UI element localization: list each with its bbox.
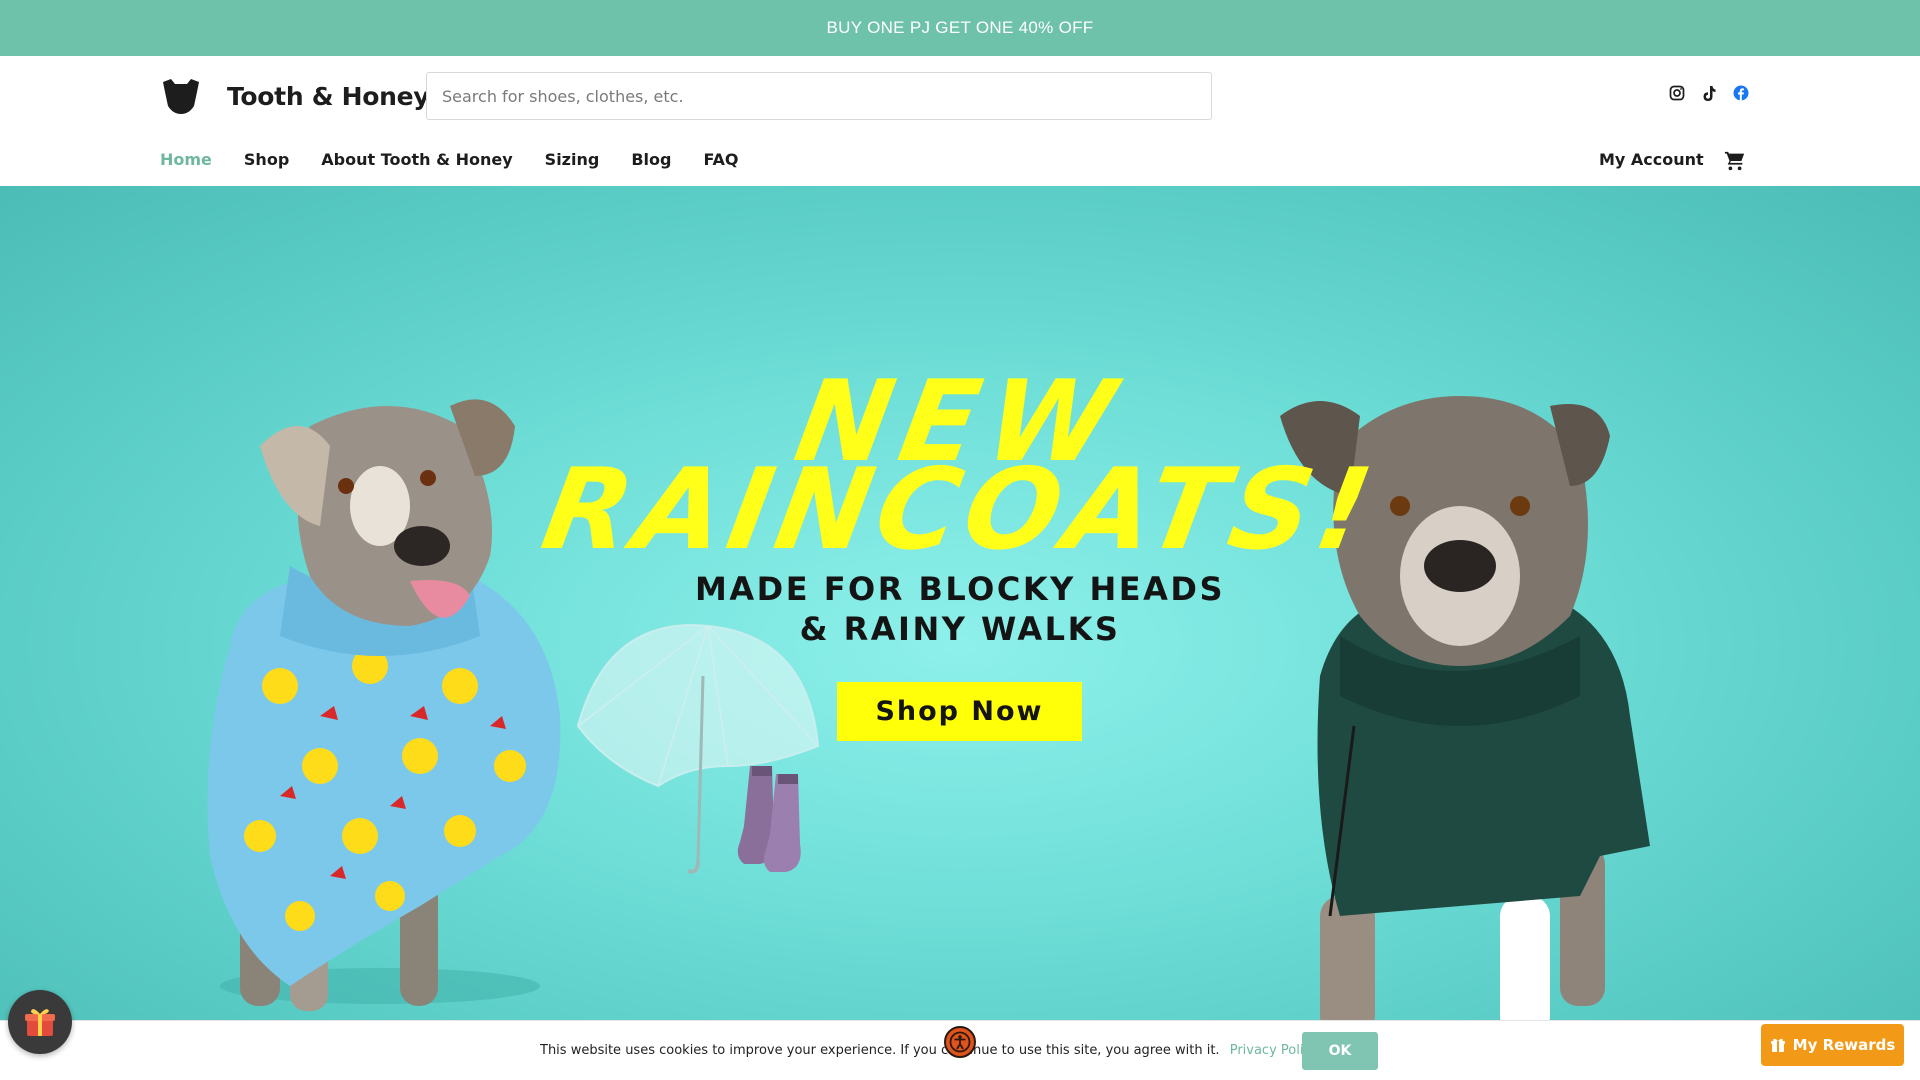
main-nav: Home Shop About Tooth & Honey Sizing Blo… — [160, 150, 771, 169]
rewards-gift-icon — [1770, 1038, 1785, 1052]
instagram-icon[interactable] — [1668, 84, 1686, 102]
nav-item-blog[interactable]: Blog — [631, 150, 671, 169]
my-rewards-button[interactable]: My Rewards — [1761, 1024, 1904, 1066]
nav-item-about[interactable]: About Tooth & Honey — [321, 150, 512, 169]
hero-subheadline-line1: MADE FOR BLOCKY HEADS — [695, 570, 1225, 608]
nav-item-home[interactable]: Home — [160, 150, 212, 169]
nav-item-shop[interactable]: Shop — [244, 150, 289, 169]
cart-icon[interactable] — [1724, 150, 1746, 172]
hero-subheadline-line2: & RAINY WALKS — [799, 610, 1121, 648]
search-input[interactable] — [426, 72, 1212, 120]
site-header: Tooth & Honey Home Shop About Tooth & Ho… — [0, 56, 1920, 186]
gift-icon[interactable] — [8, 990, 72, 1054]
facebook-icon[interactable] — [1732, 84, 1750, 102]
accessibility-icon[interactable] — [944, 1026, 976, 1058]
brand-name: Tooth & Honey — [227, 81, 430, 111]
tiktok-icon[interactable] — [1700, 84, 1718, 102]
social-links — [1668, 84, 1750, 102]
my-rewards-label: My Rewards — [1792, 1036, 1896, 1054]
brand-logo[interactable]: Tooth & Honey — [159, 76, 430, 116]
nav-item-sizing[interactable]: Sizing — [545, 150, 600, 169]
promo-banner[interactable]: BUY ONE PJ GET ONE 40% OFF — [0, 0, 1920, 56]
hero-headline-line2: RAINCOATS! — [533, 445, 1387, 575]
cookie-text: This website uses cookies to improve you… — [540, 1043, 1220, 1058]
promo-text: BUY ONE PJ GET ONE 40% OFF — [826, 18, 1094, 37]
cookie-ok-button[interactable]: OK — [1302, 1032, 1378, 1070]
cookie-message: This website uses cookies to improve you… — [540, 1043, 1318, 1058]
rain-boots-image — [737, 766, 801, 872]
shop-now-button[interactable]: Shop Now — [837, 682, 1082, 741]
hero-banner: NEW RAINCOATS! MADE FOR BLOCKY HEADS & R… — [0, 186, 1920, 1020]
my-account-link[interactable]: My Account — [1599, 150, 1704, 169]
dog-head-logo-icon — [163, 79, 199, 114]
nav-item-faq[interactable]: FAQ — [703, 150, 738, 169]
